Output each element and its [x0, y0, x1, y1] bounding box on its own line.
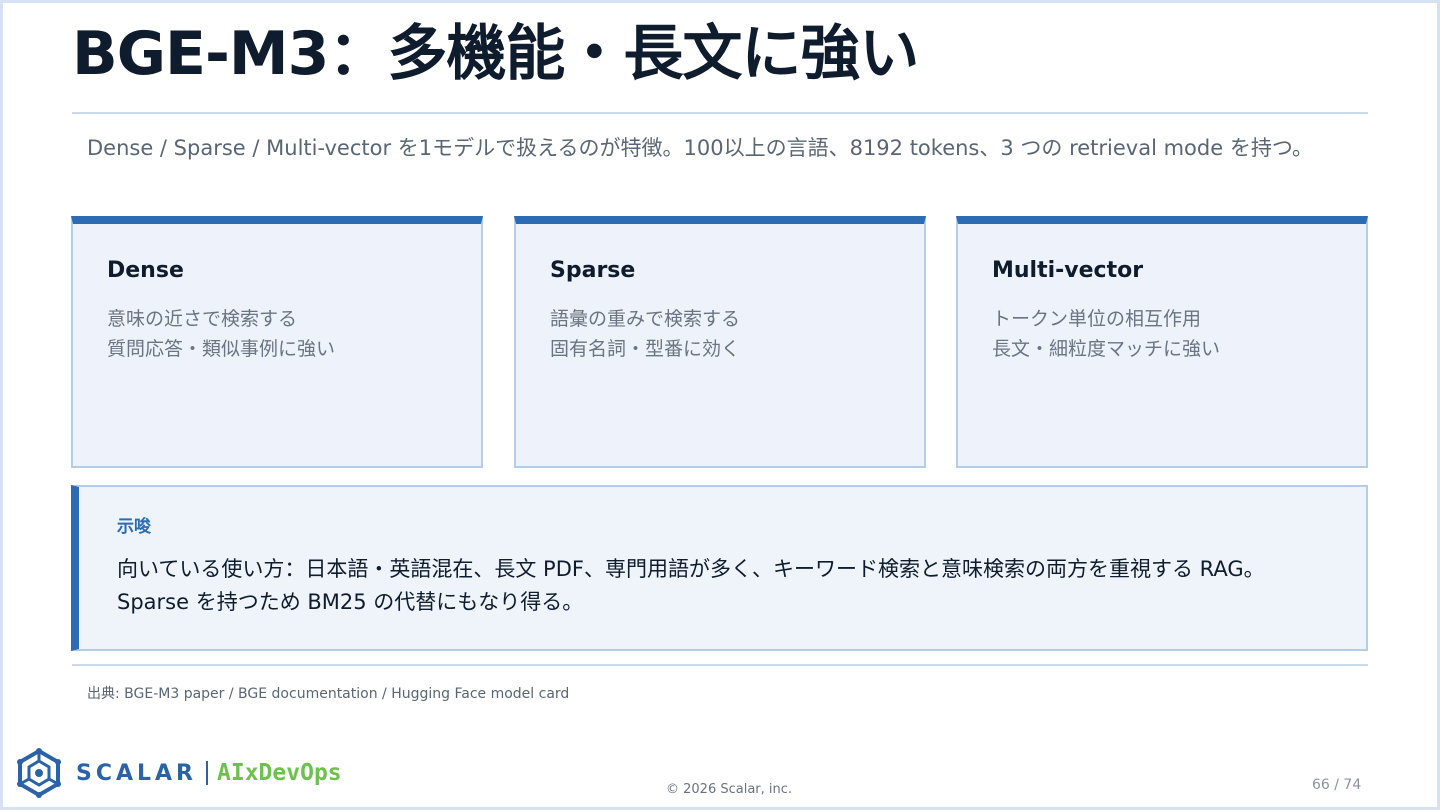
card-line: 意味の近さで検索する	[107, 308, 298, 330]
card-title: Sparse	[550, 258, 636, 283]
card-line: トークン単位の相互作用	[992, 308, 1202, 330]
page-number: 66 / 74	[1312, 777, 1362, 793]
logo-separator	[206, 761, 209, 785]
source-divider	[72, 664, 1368, 666]
slide-title: BGE-M3：多機能・長文に強い	[72, 19, 919, 89]
scalar-hexagon-logo-icon	[17, 748, 61, 798]
implication-callout: 示唆 向いている使い方：日本語・英語混在、長文 PDF、専門用語が多く、キーワー…	[71, 485, 1368, 651]
callout-body: 向いている使い方：日本語・英語混在、長文 PDF、専門用語が多く、キーワード検索…	[117, 557, 1265, 614]
card-multi-vector: Multi-vector トークン単位の相互作用 長文・細粒度マッチに強い	[956, 216, 1368, 468]
logo-brand-text: SCALAR	[76, 760, 198, 786]
card-line: 長文・細粒度マッチに強い	[992, 338, 1221, 360]
slide-lead: Dense / Sparse / Multi-vector を1モデルで扱えるの…	[87, 136, 1313, 160]
title-divider	[72, 112, 1368, 114]
company-logo: SCALAR AIxDevOps	[14, 746, 342, 800]
card-line: 固有名詞・型番に効く	[550, 338, 741, 360]
card-sparse: Sparse 語彙の重みで検索する 固有名詞・型番に効く	[514, 216, 926, 468]
card-title: Dense	[107, 258, 184, 283]
callout-label: 示唆	[117, 517, 151, 537]
card-line: 質問応答・類似事例に強い	[107, 338, 336, 360]
card-title: Multi-vector	[992, 258, 1144, 283]
card-line: 語彙の重みで検索する	[550, 308, 741, 330]
source-citation: 出典: BGE-M3 paper / BGE documentation / H…	[87, 686, 570, 702]
card-dense: Dense 意味の近さで検索する 質問応答・類似事例に強い	[71, 216, 483, 468]
logo-product-text: AIxDevOps	[217, 760, 342, 786]
copyright: © 2026 Scalar, inc.	[666, 782, 793, 797]
